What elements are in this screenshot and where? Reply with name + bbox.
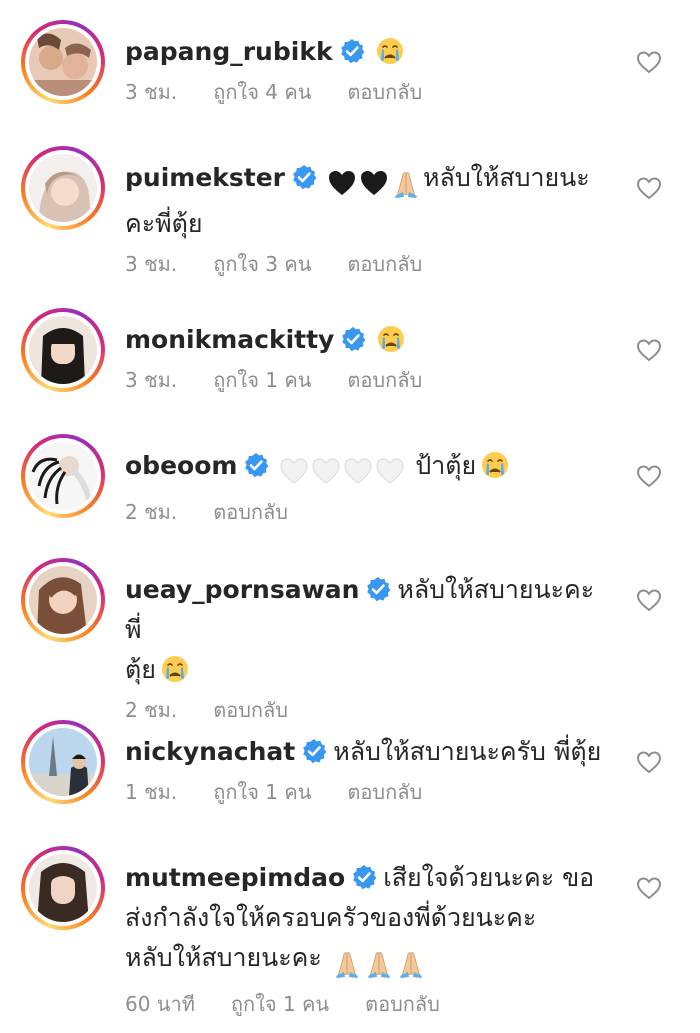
avatar[interactable] bbox=[21, 558, 105, 642]
comment-username[interactable]: nickynachat bbox=[125, 737, 295, 766]
reply-button[interactable]: ตอบกลับ bbox=[365, 992, 440, 1016]
avatar[interactable] bbox=[21, 20, 105, 104]
comment-username[interactable]: ueay_pornsawan bbox=[125, 575, 359, 604]
comment-text: ป้าตุ้ย bbox=[415, 451, 477, 480]
folded-hands-emoji bbox=[391, 168, 421, 198]
comment-time[interactable]: 3 ชม. bbox=[125, 80, 177, 104]
heart-outline-icon[interactable] bbox=[636, 876, 662, 900]
comment-username[interactable]: monikmackitty bbox=[125, 325, 334, 354]
comment-likes[interactable]: ถูกใจ 3 คน bbox=[213, 252, 311, 276]
verified-badge-icon bbox=[243, 452, 270, 478]
comment-time[interactable]: 1 ชม. bbox=[125, 780, 177, 804]
folded-hands-emoji bbox=[396, 948, 426, 978]
white-heart-emoji bbox=[343, 456, 373, 486]
verified-badge-icon bbox=[291, 164, 318, 190]
crying-face-emoji bbox=[160, 654, 190, 684]
white-heart-emoji bbox=[311, 456, 341, 486]
comment-time[interactable]: 3 ชม. bbox=[125, 252, 177, 276]
black-heart-emoji bbox=[359, 168, 389, 198]
heart-outline-icon[interactable] bbox=[636, 588, 662, 612]
avatar[interactable] bbox=[21, 146, 105, 230]
comment-likes[interactable]: ถูกใจ 4 คน bbox=[213, 80, 311, 104]
heart-outline-icon[interactable] bbox=[636, 50, 662, 74]
white-heart-emoji bbox=[375, 456, 405, 486]
avatar[interactable] bbox=[21, 720, 105, 804]
comment-text: หลับให้สบายนะ bbox=[423, 163, 590, 192]
white-heart-emoji bbox=[279, 456, 309, 486]
comment-text-line2: ส่งกำลังใจให้ครอบครัวของพี่ด้วยนะคะ bbox=[125, 903, 537, 932]
black-heart-emoji bbox=[327, 168, 357, 198]
comment-username[interactable]: mutmeepimdao bbox=[125, 863, 345, 892]
folded-hands-emoji bbox=[332, 948, 362, 978]
comment-text: เสียใจด้วยนะคะ ขอ bbox=[383, 863, 595, 892]
comment-username[interactable]: puimekster bbox=[125, 163, 285, 192]
comment-time[interactable]: 3 ชม. bbox=[125, 368, 177, 392]
comment-time[interactable]: 60 นาที bbox=[125, 992, 195, 1016]
reply-button[interactable]: ตอบกลับ bbox=[347, 368, 422, 392]
verified-badge-icon bbox=[340, 326, 367, 352]
comment-username[interactable]: obeoom bbox=[125, 451, 237, 480]
comment-likes[interactable]: ถูกใจ 1 คน bbox=[213, 368, 311, 392]
avatar[interactable] bbox=[21, 308, 105, 392]
verified-badge-icon bbox=[301, 738, 328, 764]
avatar[interactable] bbox=[21, 434, 105, 518]
reply-button[interactable]: ตอบกลับ bbox=[213, 698, 288, 722]
reply-button[interactable]: ตอบกลับ bbox=[347, 780, 422, 804]
heart-outline-icon[interactable] bbox=[636, 176, 662, 200]
comment-username[interactable]: papang_rubikk bbox=[125, 37, 333, 66]
heart-outline-icon[interactable] bbox=[636, 750, 662, 774]
comment-likes[interactable]: ถูกใจ 1 คน bbox=[231, 992, 329, 1016]
heart-outline-icon[interactable] bbox=[636, 338, 662, 362]
reply-button[interactable]: ตอบกลับ bbox=[347, 252, 422, 276]
avatar[interactable] bbox=[21, 846, 105, 930]
comment-text-line2: คะพี่ตุ้ย bbox=[125, 209, 203, 238]
comment-text-line2: ตุ้ย bbox=[125, 655, 156, 684]
comment-time[interactable]: 2 ชม. bbox=[125, 500, 177, 524]
crying-face-emoji bbox=[480, 450, 510, 480]
heart-outline-icon[interactable] bbox=[636, 464, 662, 488]
verified-badge-icon bbox=[365, 576, 392, 602]
folded-hands-emoji bbox=[364, 948, 394, 978]
crying-face-emoji bbox=[375, 36, 405, 66]
comment-likes[interactable]: ถูกใจ 1 คน bbox=[213, 780, 311, 804]
verified-badge-icon bbox=[351, 864, 378, 890]
comment-text: หลับให้สบายนะครับ พี่ตุ้ย bbox=[333, 737, 602, 766]
verified-badge-icon bbox=[339, 38, 365, 64]
reply-button[interactable]: ตอบกลับ bbox=[213, 500, 288, 524]
crying-face-emoji bbox=[376, 324, 406, 354]
comment-time[interactable]: 2 ชม. bbox=[125, 698, 177, 722]
comment-text-line3: หลับให้สบายนะคะ bbox=[125, 943, 322, 972]
reply-button[interactable]: ตอบกลับ bbox=[347, 80, 422, 104]
